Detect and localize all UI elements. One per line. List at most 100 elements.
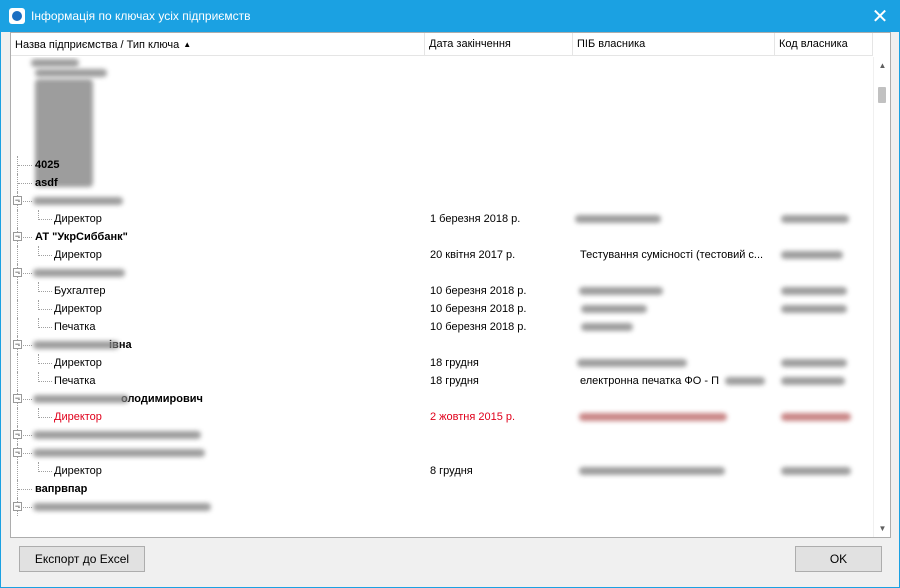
column-header-expiry[interactable]: Дата закінчення [425, 33, 573, 56]
cell-name: Директор [11, 300, 425, 318]
expiry-date: 20 квітня 2017 р. [430, 249, 516, 261]
tree-group-row[interactable]: вапрвпар [11, 480, 873, 498]
tree-key-row[interactable]: Директор 8 грудня [11, 462, 873, 480]
owner-code [780, 318, 870, 336]
cell-name: Директор [11, 210, 425, 228]
tree-group-row[interactable]: − АТ "УкрСиббанк" [11, 228, 873, 246]
sort-ascending-icon: ▲ [183, 40, 192, 49]
tree-key-row[interactable]: Директор 2 жовтня 2015 р. [11, 408, 873, 426]
redacted-text [781, 467, 851, 475]
company-name: олодимирович [121, 393, 203, 405]
tree-group-row[interactable]: − [11, 498, 873, 516]
key-type: Печатка [54, 375, 96, 387]
vertical-scrollbar[interactable]: ▲ ▼ [873, 57, 890, 537]
tree-connector-line [18, 345, 32, 346]
redacted-text [781, 215, 849, 223]
redacted-text [581, 323, 633, 331]
tree-connector-line [39, 417, 52, 418]
tree-key-row[interactable]: Бухгалтер 10 березня 2018 р. [11, 282, 873, 300]
key-type: Директор [54, 357, 102, 369]
tree-connector-line [17, 408, 18, 426]
cell-name: Директор [11, 408, 425, 426]
tree-connector-line [18, 453, 32, 454]
redacted-text [781, 413, 851, 421]
tree-connector-line [18, 201, 32, 202]
tree-key-row[interactable]: Директор 1 березня 2018 р. [11, 210, 873, 228]
tree-connector-line [39, 219, 52, 220]
redacted-text [579, 413, 727, 421]
tree-connector-line [38, 300, 39, 310]
column-header-owner-code[interactable]: Код власника [775, 33, 873, 56]
company-name: АТ "УкрСиббанк" [35, 231, 128, 243]
tree-group-row[interactable]: 4025 [11, 156, 873, 174]
ok-button[interactable]: OK [795, 546, 882, 572]
key-type: Директор [54, 411, 102, 423]
tree-group-row[interactable]: − [11, 192, 873, 210]
cell-name: Печатка [11, 318, 425, 336]
redacted-text [33, 449, 205, 457]
scroll-thumb[interactable] [878, 87, 886, 103]
tree-connector-line [17, 462, 18, 480]
cell-name: asdf [11, 174, 425, 192]
column-header-company[interactable]: Назва підприємства / Тип ключа ▲ [11, 33, 425, 56]
redacted-text [581, 305, 647, 313]
expiry-date: 8 грудня [430, 465, 473, 477]
scroll-up-icon[interactable]: ▲ [874, 57, 890, 74]
key-type: Директор [54, 303, 102, 315]
tree-connector-line [38, 462, 39, 472]
tree-connector-line [18, 399, 32, 400]
redacted-text [781, 251, 843, 259]
tree-connector-line [39, 471, 52, 472]
tree-connector-line [38, 372, 39, 382]
expiry-date: 10 березня 2018 р. [430, 285, 527, 297]
company-name: вапрвпар [35, 483, 88, 495]
redacted-text [575, 215, 661, 223]
tree-group-row[interactable]: − олодимирович [11, 390, 873, 408]
key-type: Директор [54, 249, 102, 261]
tree-group-row[interactable]: − [11, 264, 873, 282]
tree-group-row[interactable]: − [11, 444, 873, 462]
tree-group-row[interactable]: asdf [11, 174, 873, 192]
export-excel-button[interactable]: Експорт до Excel [19, 546, 145, 572]
tree-connector-line [38, 318, 39, 328]
cell-name: Директор [11, 246, 425, 264]
tree-key-row[interactable]: Печатка 10 березня 2018 р. [11, 318, 873, 336]
cell-name: 4025 [11, 156, 425, 174]
tree-key-row[interactable]: Печатка 18 грудня електронна печатка ФО - … [11, 372, 873, 390]
key-type: Директор [54, 213, 102, 225]
tree-connector-line [38, 354, 39, 364]
tree-connector-line [17, 354, 18, 372]
tree-key-row[interactable]: Директор 20 квітня 2017 р. Тестування сумі… [11, 246, 873, 264]
cell-name: вапрвпар [11, 480, 425, 498]
redacted-text [577, 359, 687, 367]
redacted-text [33, 341, 119, 349]
redacted-text [781, 305, 847, 313]
tree-key-row[interactable]: Директор 18 грудня [11, 354, 873, 372]
redacted-text [33, 431, 201, 439]
tree-key-row[interactable]: Директор 10 березня 2018 р. [11, 300, 873, 318]
tree-connector-line [17, 210, 18, 228]
cell-name: Директор [11, 462, 425, 480]
column-header-owner[interactable]: ПІБ власника [573, 33, 775, 56]
redacted-text [781, 359, 847, 367]
redacted-text [725, 377, 765, 385]
tree-group-row[interactable]: − [11, 426, 873, 444]
scroll-down-icon[interactable]: ▼ [874, 520, 890, 537]
cell-name: − АТ "УкрСиббанк" [11, 228, 425, 246]
redacted-text [33, 395, 129, 403]
keys-tree-list[interactable]: Назва підприємства / Тип ключа ▲ Дата зак… [10, 32, 891, 538]
title-bar: Інформація по ключах усіх підприємств ✕ [0, 0, 900, 32]
key-type: Директор [54, 465, 102, 477]
tree-connector-line [39, 291, 52, 292]
tree-connector-line [18, 507, 32, 508]
close-button[interactable]: ✕ [860, 0, 900, 32]
redacted-text [579, 467, 725, 475]
redacted-text [33, 197, 123, 205]
window-title: Інформація по ключах усіх підприємств [31, 9, 251, 23]
tree-group-row[interactable]: − івна [11, 336, 873, 354]
expiry-date: 10 березня 2018 р. [430, 303, 527, 315]
expiry-date: 18 грудня [430, 357, 479, 369]
cell-name: Директор [11, 354, 425, 372]
expiry-date: 2 жовтня 2015 р. [430, 411, 516, 423]
tree-connector-line [18, 237, 32, 238]
